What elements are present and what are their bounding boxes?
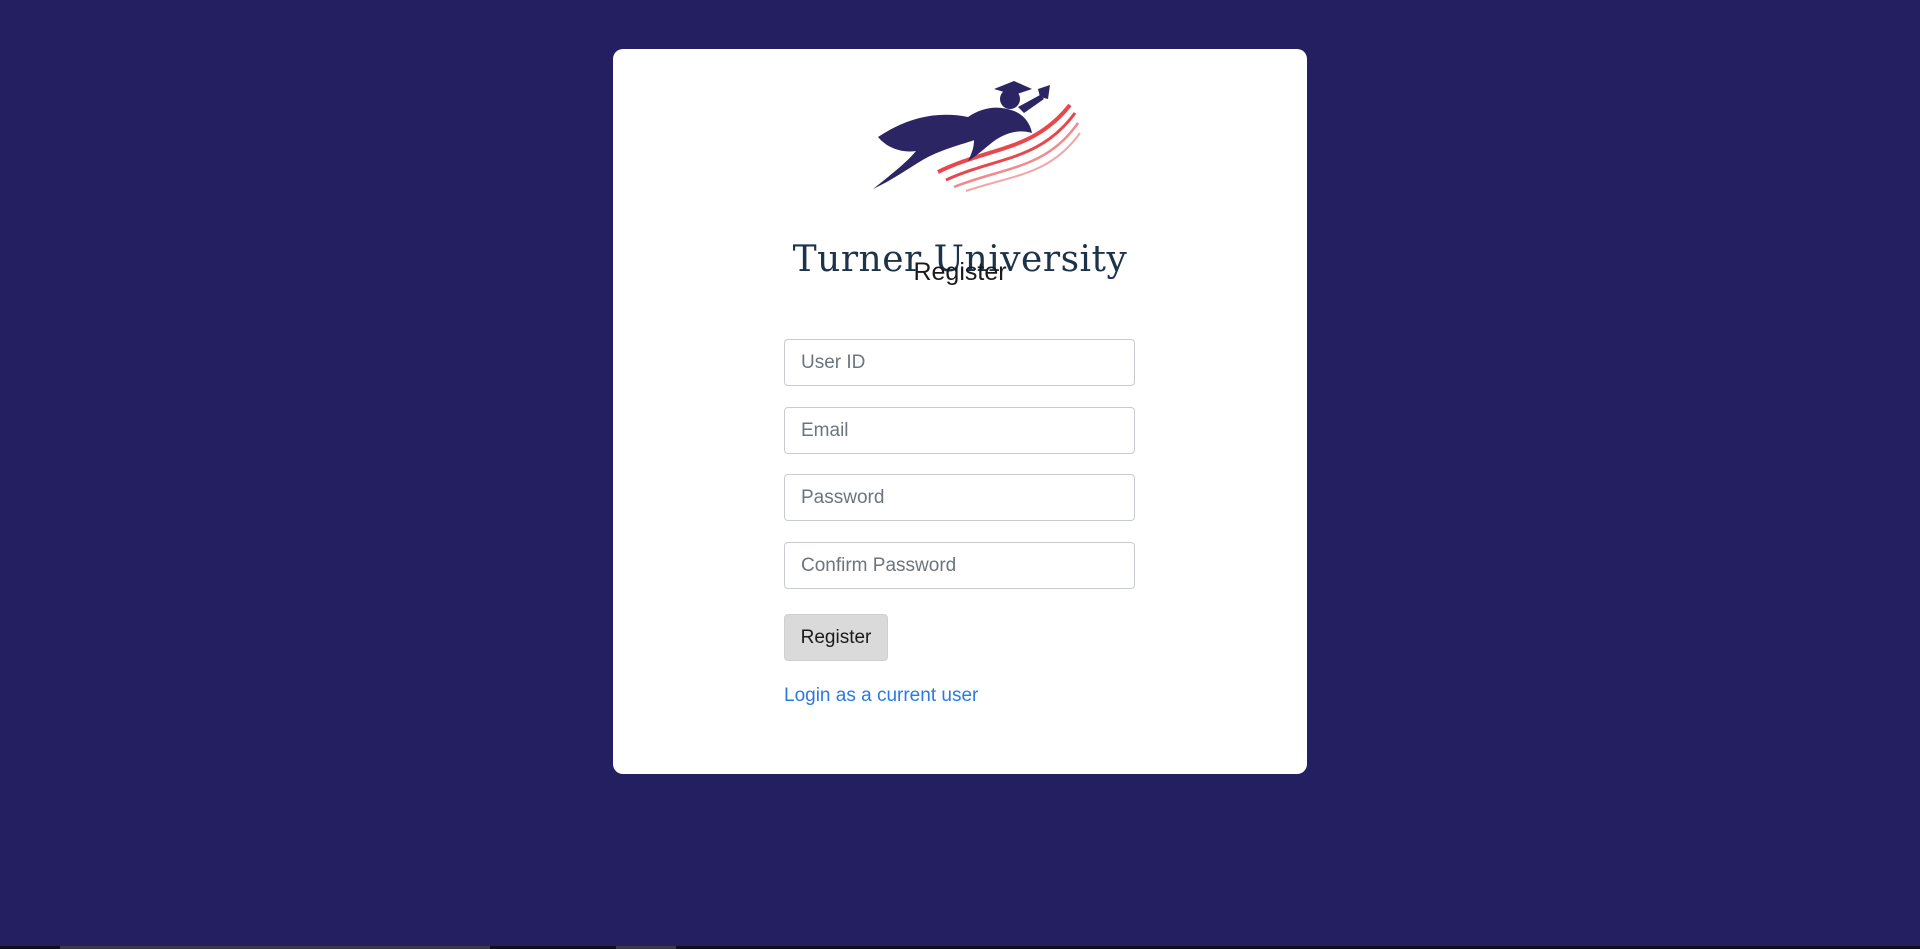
email-field[interactable]: [784, 407, 1135, 454]
page: Turner University Register Register Logi…: [0, 0, 1920, 949]
register-card: Turner University Register Register Logi…: [613, 49, 1307, 774]
register-button[interactable]: Register: [784, 614, 888, 661]
page-title: Register: [913, 258, 1007, 286]
password-field[interactable]: [784, 474, 1135, 521]
user-id-field[interactable]: [784, 339, 1135, 386]
confirm-password-field[interactable]: [784, 542, 1135, 589]
graduate-runner-icon: [873, 81, 1081, 192]
login-link[interactable]: Login as a current user: [784, 685, 978, 707]
university-logo: Turner University: [613, 77, 1307, 287]
